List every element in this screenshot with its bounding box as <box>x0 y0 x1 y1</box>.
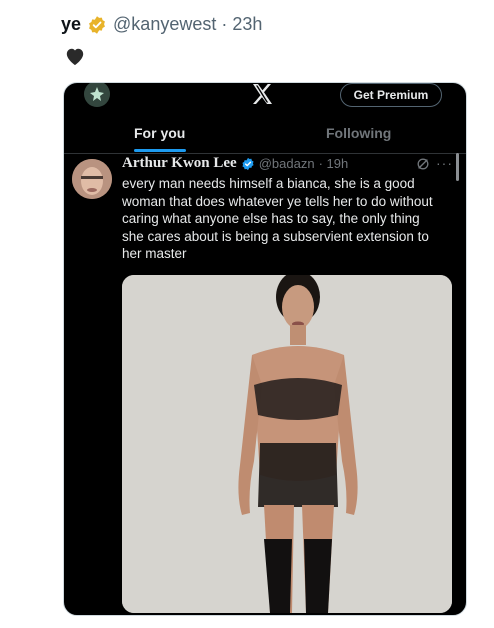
post-media-photo[interactable] <box>122 275 452 613</box>
post-author-name[interactable]: Arthur Kwon Lee <box>122 155 237 172</box>
profile-avatar[interactable] <box>84 83 110 107</box>
top-bar: Get Premium <box>64 83 466 107</box>
post-header: Arthur Kwon Lee @badazn · 19h <box>122 155 348 172</box>
post-time[interactable]: · 19h <box>319 156 349 171</box>
post-text: every man needs himself a bianca, she is… <box>122 176 433 261</box>
gold-verified-badge-icon <box>89 15 105 34</box>
avatar-flower-icon <box>84 83 110 107</box>
scrollbar[interactable] <box>456 153 459 181</box>
post-handle[interactable]: @badazn <box>259 156 315 171</box>
outer-handle-time[interactable]: @kanyewest · 23h <box>113 14 262 35</box>
heart-icon <box>66 48 84 66</box>
tab-divider <box>64 153 466 154</box>
tab-following[interactable]: Following <box>326 125 391 141</box>
outer-author-name[interactable]: ye <box>61 14 81 35</box>
embedded-screenshot-card[interactable]: Get Premium For you Following Arthur Kwo… <box>63 82 467 616</box>
tab-for-you[interactable]: For you <box>134 125 185 141</box>
grok-icon[interactable] <box>416 157 430 171</box>
get-premium-button[interactable]: Get Premium <box>340 83 442 107</box>
more-icon[interactable]: ··· <box>436 155 453 171</box>
timeline-tabs: For you Following <box>64 117 466 152</box>
face-photo-icon <box>72 159 112 199</box>
x-logo-icon[interactable] <box>249 83 275 105</box>
post-author-avatar[interactable] <box>72 159 112 199</box>
person-photo-image <box>122 275 452 613</box>
outer-post-header: ye @kanyewest · 23h <box>61 14 262 35</box>
blue-verified-badge-icon <box>242 157 254 170</box>
active-tab-indicator <box>134 149 186 152</box>
